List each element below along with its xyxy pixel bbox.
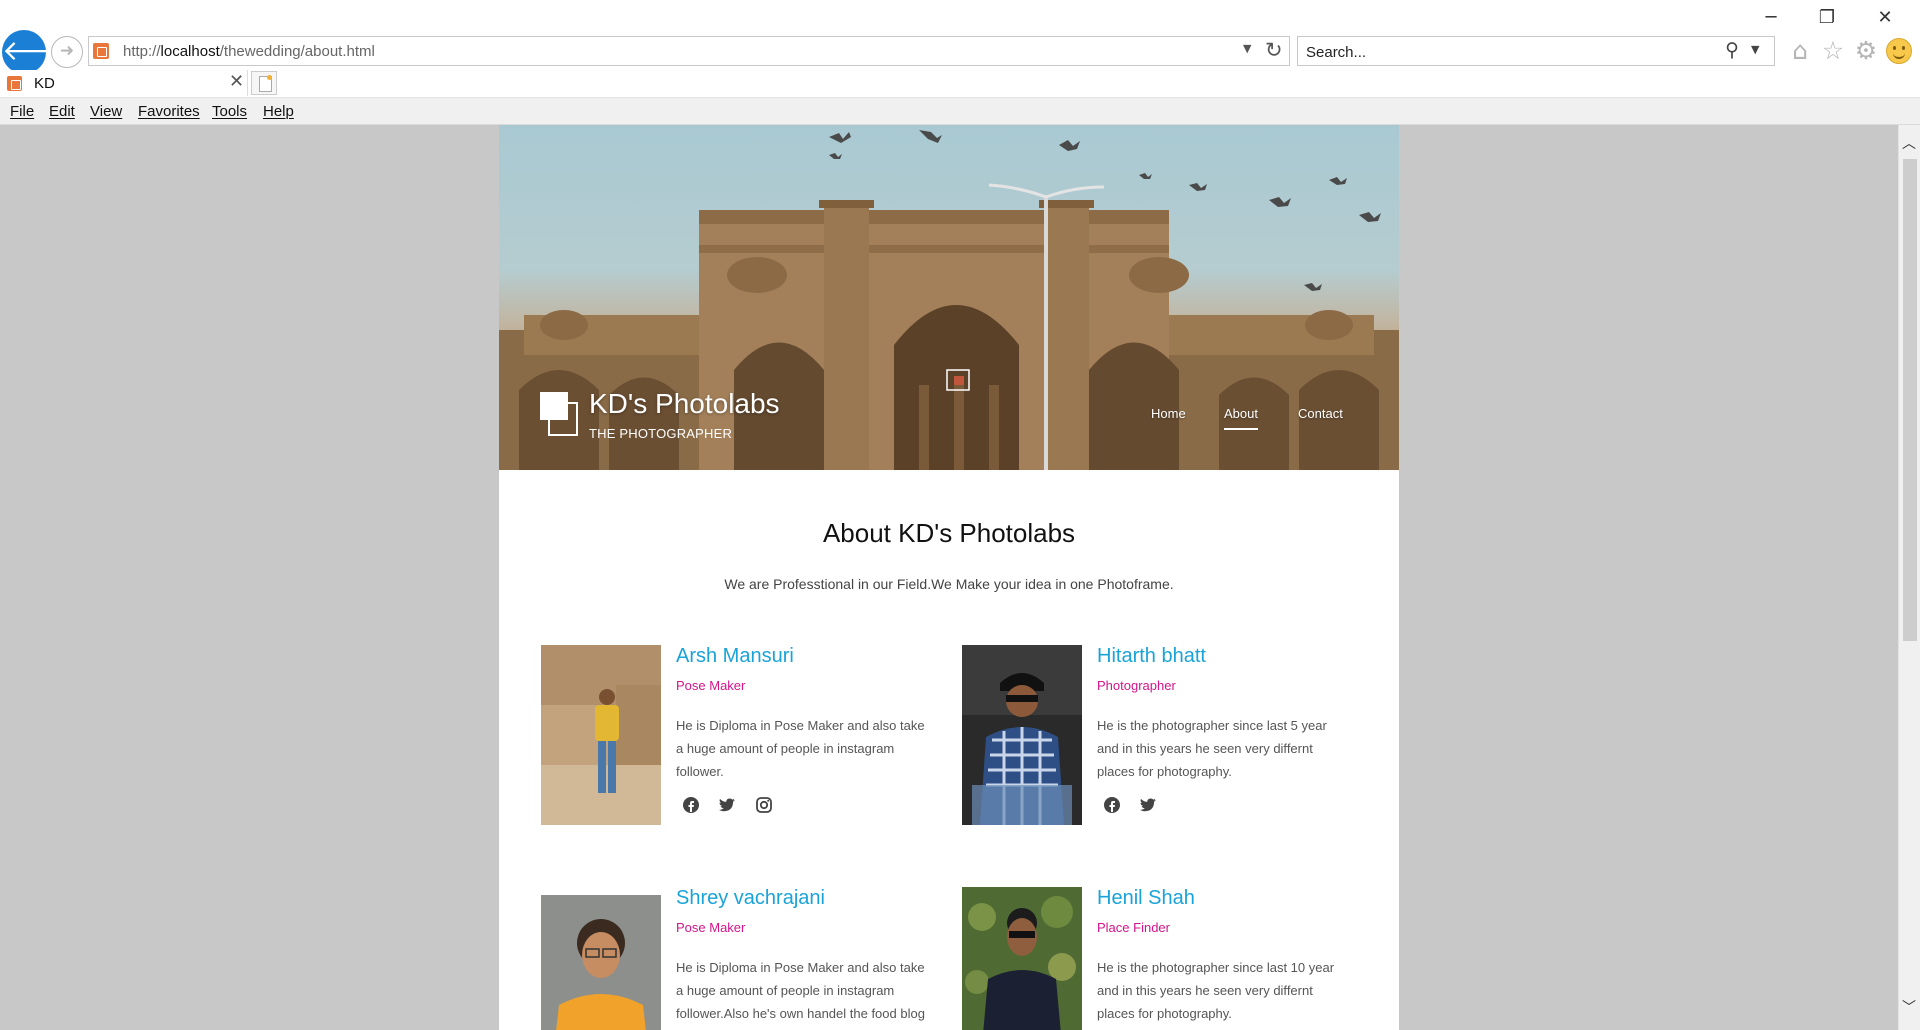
address-bar[interactable]: http://localhost/thewedding/about.html ▼… xyxy=(88,36,1290,66)
member-bio: He is the photographer since last 10 yea… xyxy=(1097,960,1335,1021)
site-tagline: THE PHOTOGRAPHER xyxy=(589,426,733,441)
gear-icon[interactable]: ⚙ xyxy=(1851,36,1881,66)
member-bio: He is Diploma in Pose Maker and also tak… xyxy=(676,718,925,779)
tab-title: KD xyxy=(34,75,55,92)
home-icon[interactable]: ⌂ xyxy=(1785,36,1815,66)
twitter-icon[interactable] xyxy=(717,795,737,815)
member-name[interactable]: Shrey vachrajani xyxy=(676,887,825,910)
site-logo-icon[interactable] xyxy=(540,392,578,436)
social-links xyxy=(681,795,786,815)
new-tab-button[interactable] xyxy=(251,71,277,95)
tab-favicon-icon xyxy=(7,76,22,91)
page-viewport: KD's Photolabs THE PHOTOGRAPHER Home Abo… xyxy=(0,125,1898,1030)
page-container: KD's Photolabs THE PHOTOGRAPHER Home Abo… xyxy=(499,125,1399,1030)
hero-banner: KD's Photolabs THE PHOTOGRAPHER Home Abo… xyxy=(499,125,1399,470)
scroll-up-icon[interactable]: ︿ xyxy=(1902,133,1916,153)
refresh-icon[interactable]: ↻ xyxy=(1265,38,1283,62)
smiley-icon[interactable] xyxy=(1886,38,1912,64)
star-icon[interactable]: ☆ xyxy=(1818,36,1848,66)
menu-edit[interactable]: Edit xyxy=(49,103,75,120)
scroll-thumb[interactable] xyxy=(1903,159,1917,641)
close-tab-icon[interactable]: ✕ xyxy=(229,71,244,92)
forward-button[interactable]: ➜ xyxy=(51,36,83,68)
page-subtitle: We are Professtional in our Field.We Mak… xyxy=(724,576,1174,592)
site-favicon-icon xyxy=(93,43,109,59)
member-photo xyxy=(962,887,1082,1030)
nav-home[interactable]: Home xyxy=(1151,406,1186,421)
member-role: Photographer xyxy=(1097,678,1176,693)
menu-tools[interactable]: Tools xyxy=(212,103,247,120)
member-photo xyxy=(962,645,1082,825)
member-name[interactable]: Hitarth bhatt xyxy=(1097,645,1206,668)
forward-arrow-icon: ➜ xyxy=(59,41,75,61)
member-role: Pose Maker xyxy=(676,920,746,935)
nav-about[interactable]: About xyxy=(1224,406,1258,430)
browser-tab[interactable]: KD ✕ xyxy=(0,70,248,96)
search-input[interactable] xyxy=(1306,42,1706,62)
menu-bar: File Edit View Favorites Tools Help xyxy=(0,97,1920,125)
member-photo xyxy=(541,895,661,1030)
menu-help[interactable]: Help xyxy=(263,103,294,120)
restore-button[interactable]: ❐ xyxy=(1804,6,1850,30)
facebook-icon[interactable] xyxy=(1102,795,1122,815)
browser-chrome: ─ ❐ ✕ 🡐 ➜ http://localhost/thewedding/ab… xyxy=(0,0,1920,125)
menu-file[interactable]: File xyxy=(10,103,34,120)
vertical-scrollbar[interactable]: ︿ ﹀ xyxy=(1898,125,1920,1030)
member-role: Pose Maker xyxy=(676,678,746,693)
member-photo xyxy=(541,645,661,825)
site-title[interactable]: KD's Photolabs xyxy=(589,388,780,420)
search-dropdown-icon[interactable]: ▼ xyxy=(1751,43,1759,56)
close-window-button[interactable]: ✕ xyxy=(1862,6,1908,30)
search-box[interactable]: ⚲ ▼ xyxy=(1297,36,1775,66)
page-title: About KD's Photolabs xyxy=(822,518,1076,548)
member-name[interactable]: Henil Shah xyxy=(1097,887,1195,910)
search-icon[interactable]: ⚲ xyxy=(1725,39,1739,61)
instagram-icon[interactable] xyxy=(754,795,774,815)
minimize-button[interactable]: ─ xyxy=(1748,6,1794,30)
twitter-icon[interactable] xyxy=(1138,795,1158,815)
nav-contact[interactable]: Contact xyxy=(1298,406,1343,421)
url-text[interactable]: http://localhost/thewedding/about.html xyxy=(123,43,375,60)
menu-favorites[interactable]: Favorites xyxy=(138,103,200,120)
menu-view[interactable]: View xyxy=(90,103,122,120)
social-links xyxy=(1102,795,1170,815)
member-bio: He is Diploma in Pose Maker and also tak… xyxy=(676,960,925,1030)
member-bio: He is the photographer since last 5 year… xyxy=(1097,718,1327,779)
member-name[interactable]: Arsh Mansuri xyxy=(676,645,794,668)
back-button[interactable]: 🡐 xyxy=(2,30,77,74)
member-role: Place Finder xyxy=(1097,920,1170,935)
scroll-down-icon[interactable]: ﹀ xyxy=(1902,997,1916,1017)
facebook-icon[interactable] xyxy=(681,795,701,815)
address-dropdown-icon[interactable]: ▼ xyxy=(1243,42,1251,55)
